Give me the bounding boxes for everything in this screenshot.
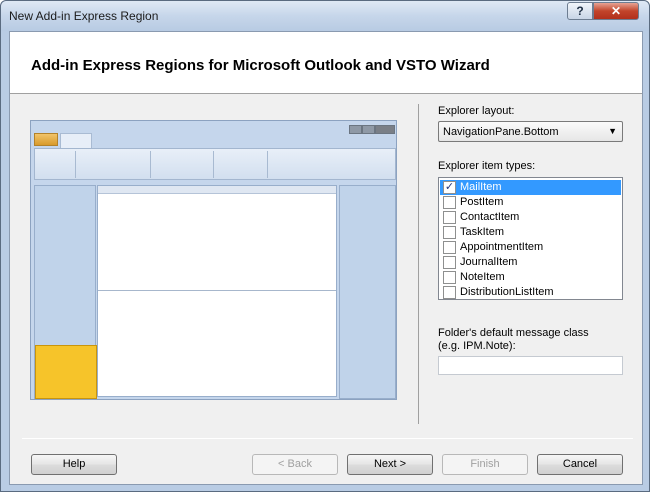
list-item-label: AppointmentItem [460,241,544,253]
wizard-header: Add-in Express Regions for Microsoft Out… [10,32,642,94]
preview-ribbon [34,148,396,180]
help-button[interactable]: Help [31,454,117,475]
help-button-label: Help [62,458,86,470]
checkbox-icon[interactable] [443,196,456,209]
preview-window-buttons [349,125,396,134]
page-title: Add-in Express Regions for Microsoft Out… [31,57,490,74]
preview-todo-bar [339,185,396,399]
list-item[interactable]: ContactItem [440,210,621,225]
explorer-layout-value: NavigationPane.Bottom [443,126,559,138]
message-class-label: Folder's default message class [438,327,589,339]
list-item-label: PostItem [460,196,504,208]
list-item[interactable]: AppointmentItem [440,240,621,255]
window-title: New Add-in Express Region [9,9,159,23]
back-button[interactable]: < Back [252,454,338,475]
explorer-layout-label: Explorer layout: [438,105,515,117]
explorer-item-types-list[interactable]: ✓ MailItem PostItem ContactItem TaskItem… [438,177,623,300]
next-button[interactable]: Next > [347,454,433,475]
preview-ribbon-separator [213,151,214,178]
cancel-button[interactable]: Cancel [537,454,623,475]
list-item-label: TaskItem [460,226,505,238]
preview-region-highlight [35,345,97,399]
finish-button[interactable]: Finish [442,454,528,475]
vertical-divider [418,104,419,424]
preview-ribbon-separator [267,151,268,178]
cancel-button-label: Cancel [562,458,598,470]
preview-maximize-icon [362,125,375,134]
explorer-item-types-label: Explorer item types: [438,160,536,172]
back-button-label: < Back [278,458,312,470]
preview-main-pane [97,185,337,397]
close-button[interactable]: ✕ [593,2,639,20]
preview-minimize-icon [349,125,362,134]
preview-ribbon-separator [75,151,76,178]
list-item[interactable]: ✓ MailItem [440,180,621,195]
preview-reading-divider [98,290,336,291]
list-item-label: JournalItem [460,256,518,268]
preview-close-icon [375,125,395,134]
list-item[interactable]: NoteItem [440,270,621,285]
preview-ribbon-separator [150,151,151,178]
explorer-layout-select[interactable]: NavigationPane.Bottom ▼ [438,121,623,142]
list-item-label: NoteItem [460,271,505,283]
list-item[interactable]: JournalItem [440,255,621,270]
preview-list-header [98,186,336,194]
preview-file-tab [34,133,58,146]
finish-button-label: Finish [470,458,500,470]
checkbox-icon[interactable] [443,226,456,239]
list-item[interactable]: DistributionListItem [440,285,621,300]
layout-preview [30,120,397,400]
title-bar[interactable]: New Add-in Express Region ? ✕ [1,1,649,31]
list-item-label: DistributionListItem [460,286,554,298]
message-class-example: (e.g. IPM.Note): [438,340,516,352]
list-item-label: ContactItem [460,211,520,223]
button-bar-divider [22,438,633,439]
list-item[interactable]: TaskItem [440,225,621,240]
next-button-label: Next > [373,458,407,470]
wizard-client-area: Add-in Express Regions for Microsoft Out… [9,31,643,485]
list-item[interactable]: PostItem [440,195,621,210]
checkbox-icon[interactable] [443,256,456,269]
help-title-button[interactable]: ? [567,2,593,20]
chevron-down-icon[interactable]: ▼ [608,126,617,136]
checkbox-icon[interactable] [443,271,456,284]
checkbox-icon[interactable] [443,241,456,254]
message-class-input[interactable] [438,356,623,375]
wizard-window: New Add-in Express Region ? ✕ Add-in Exp… [0,0,650,492]
checkbox-icon[interactable] [443,211,456,224]
list-item-label: MailItem [460,181,502,193]
checkbox-checked-icon[interactable]: ✓ [443,181,456,194]
preview-active-tab [60,133,92,148]
checkbox-icon[interactable] [443,286,456,299]
